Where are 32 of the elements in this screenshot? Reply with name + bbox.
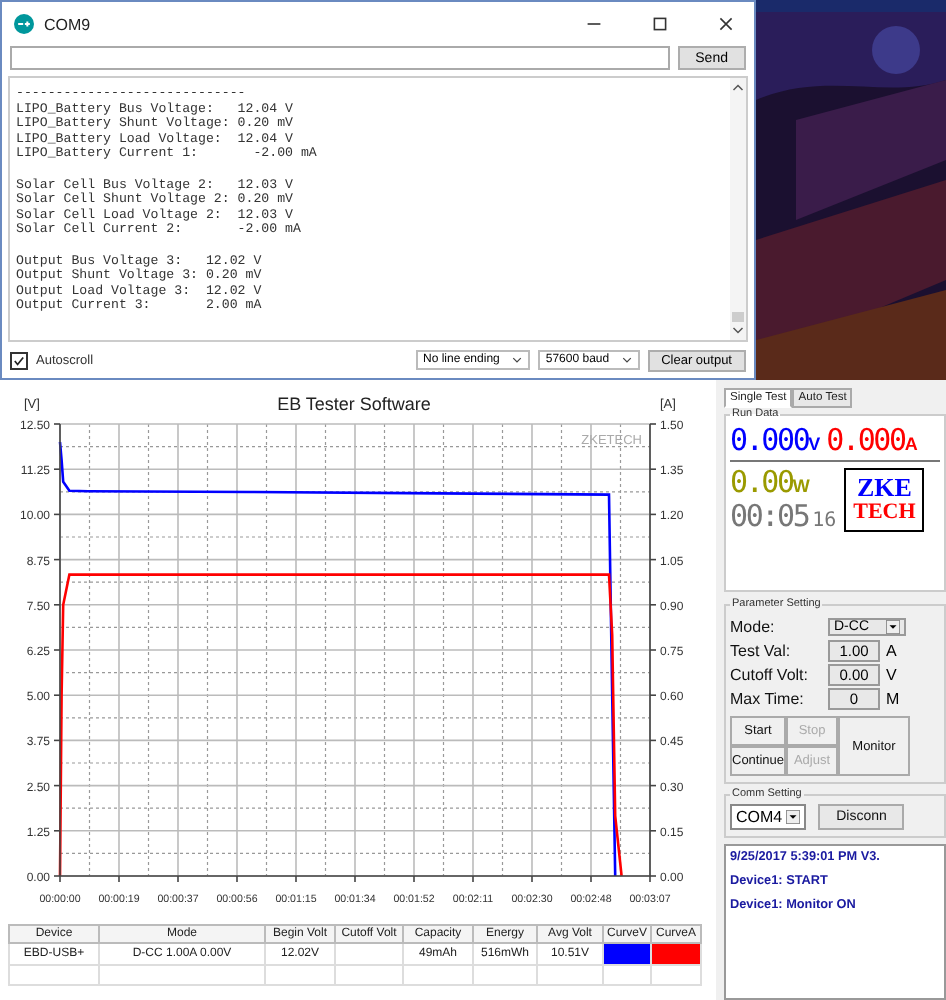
- unit-label: W: [792, 476, 810, 496]
- caret-icon: [786, 810, 801, 824]
- field-label: Mode:: [730, 617, 777, 635]
- close-icon[interactable]: [718, 16, 734, 32]
- caret-icon: [511, 356, 522, 364]
- scroll-up-icon[interactable]: [732, 82, 744, 92]
- scroll-thumb[interactable]: [732, 312, 744, 322]
- unit-label: M: [886, 689, 900, 707]
- app-icon: [14, 14, 34, 34]
- window-title: COM9: [44, 15, 91, 33]
- caret-icon: [885, 619, 899, 633]
- unit-label: A: [904, 434, 918, 454]
- maximize-icon[interactable]: [652, 16, 668, 32]
- seconds-reading: 16: [812, 510, 837, 532]
- field-label: Max Time:: [730, 689, 806, 707]
- scroll-down-icon[interactable]: [732, 326, 744, 336]
- unit-label: A: [886, 641, 897, 659]
- scrollbar[interactable]: [730, 78, 746, 340]
- caret-icon: [621, 356, 632, 364]
- input-field[interactable]: [10, 46, 670, 70]
- power-reading: 0.00: [730, 466, 793, 500]
- voltage-reading: 0.000: [730, 424, 809, 458]
- unit-label: V: [808, 434, 821, 454]
- port-dropdown[interactable]: COM4: [730, 804, 807, 830]
- chart-title: EB Tester Software: [277, 394, 431, 414]
- logo: ZKE TECH: [844, 468, 925, 532]
- field-label: Test Val:: [730, 641, 793, 659]
- time-reading: 00:05: [730, 500, 809, 534]
- field-label: Cutoff Volt:: [730, 665, 810, 683]
- autoscroll-checkbox[interactable]: [10, 351, 28, 369]
- current-reading: 0.000: [826, 424, 905, 458]
- unit-label: V: [886, 665, 897, 683]
